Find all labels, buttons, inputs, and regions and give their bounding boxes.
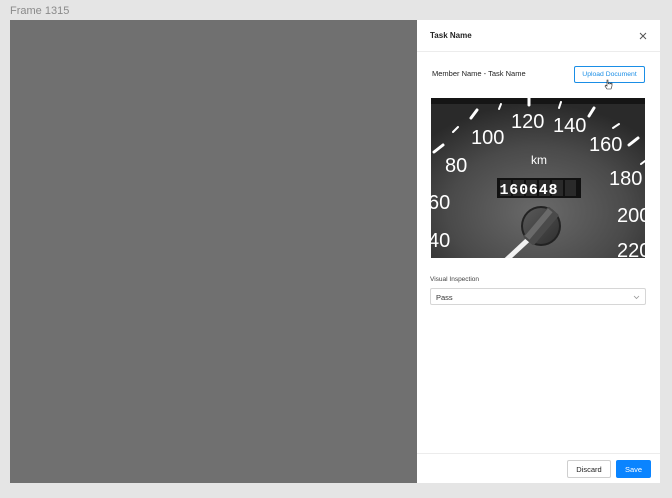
- unit-label: km: [531, 153, 547, 167]
- dial-label: 60: [431, 192, 450, 214]
- dial-label: 40: [431, 230, 450, 252]
- dial-label: 200: [617, 205, 645, 227]
- speedometer-image: 80 100 120 140 160 180 200 220 60 40 km: [431, 98, 645, 258]
- member-task-label: Member Name - Task Name: [432, 69, 526, 78]
- panel-footer: Discard Save: [417, 453, 660, 484]
- side-panel: Task Name Member Name - Task Name Upload…: [417, 20, 660, 483]
- panel-title: Task Name: [430, 31, 472, 40]
- panel-header: Task Name: [417, 20, 660, 52]
- select-value: Pass: [436, 293, 453, 302]
- close-icon: [639, 32, 647, 40]
- odometer-readout: 160648: [500, 182, 559, 199]
- discard-button[interactable]: Discard: [567, 460, 611, 478]
- dial-label: 80: [445, 155, 467, 177]
- dial-label: 160: [589, 134, 622, 156]
- dial-label: 140: [553, 115, 586, 137]
- dial-label: 100: [471, 127, 504, 149]
- frame-label: Frame 1315: [10, 5, 70, 17]
- save-button[interactable]: Save: [616, 460, 651, 478]
- visual-inspection-select[interactable]: Pass: [430, 288, 646, 305]
- cursor-icon: [604, 79, 613, 90]
- dial-label: 180: [609, 168, 642, 190]
- modal-overlay[interactable]: [10, 20, 417, 483]
- document-photo: 80 100 120 140 160 180 200 220 60 40 km: [431, 98, 645, 258]
- dial-label: 120: [511, 111, 544, 133]
- chevron-down-icon: [633, 295, 640, 300]
- visual-inspection-label: Visual Inspection: [430, 276, 480, 283]
- dial-label: 220: [617, 240, 645, 258]
- close-button[interactable]: [637, 29, 649, 41]
